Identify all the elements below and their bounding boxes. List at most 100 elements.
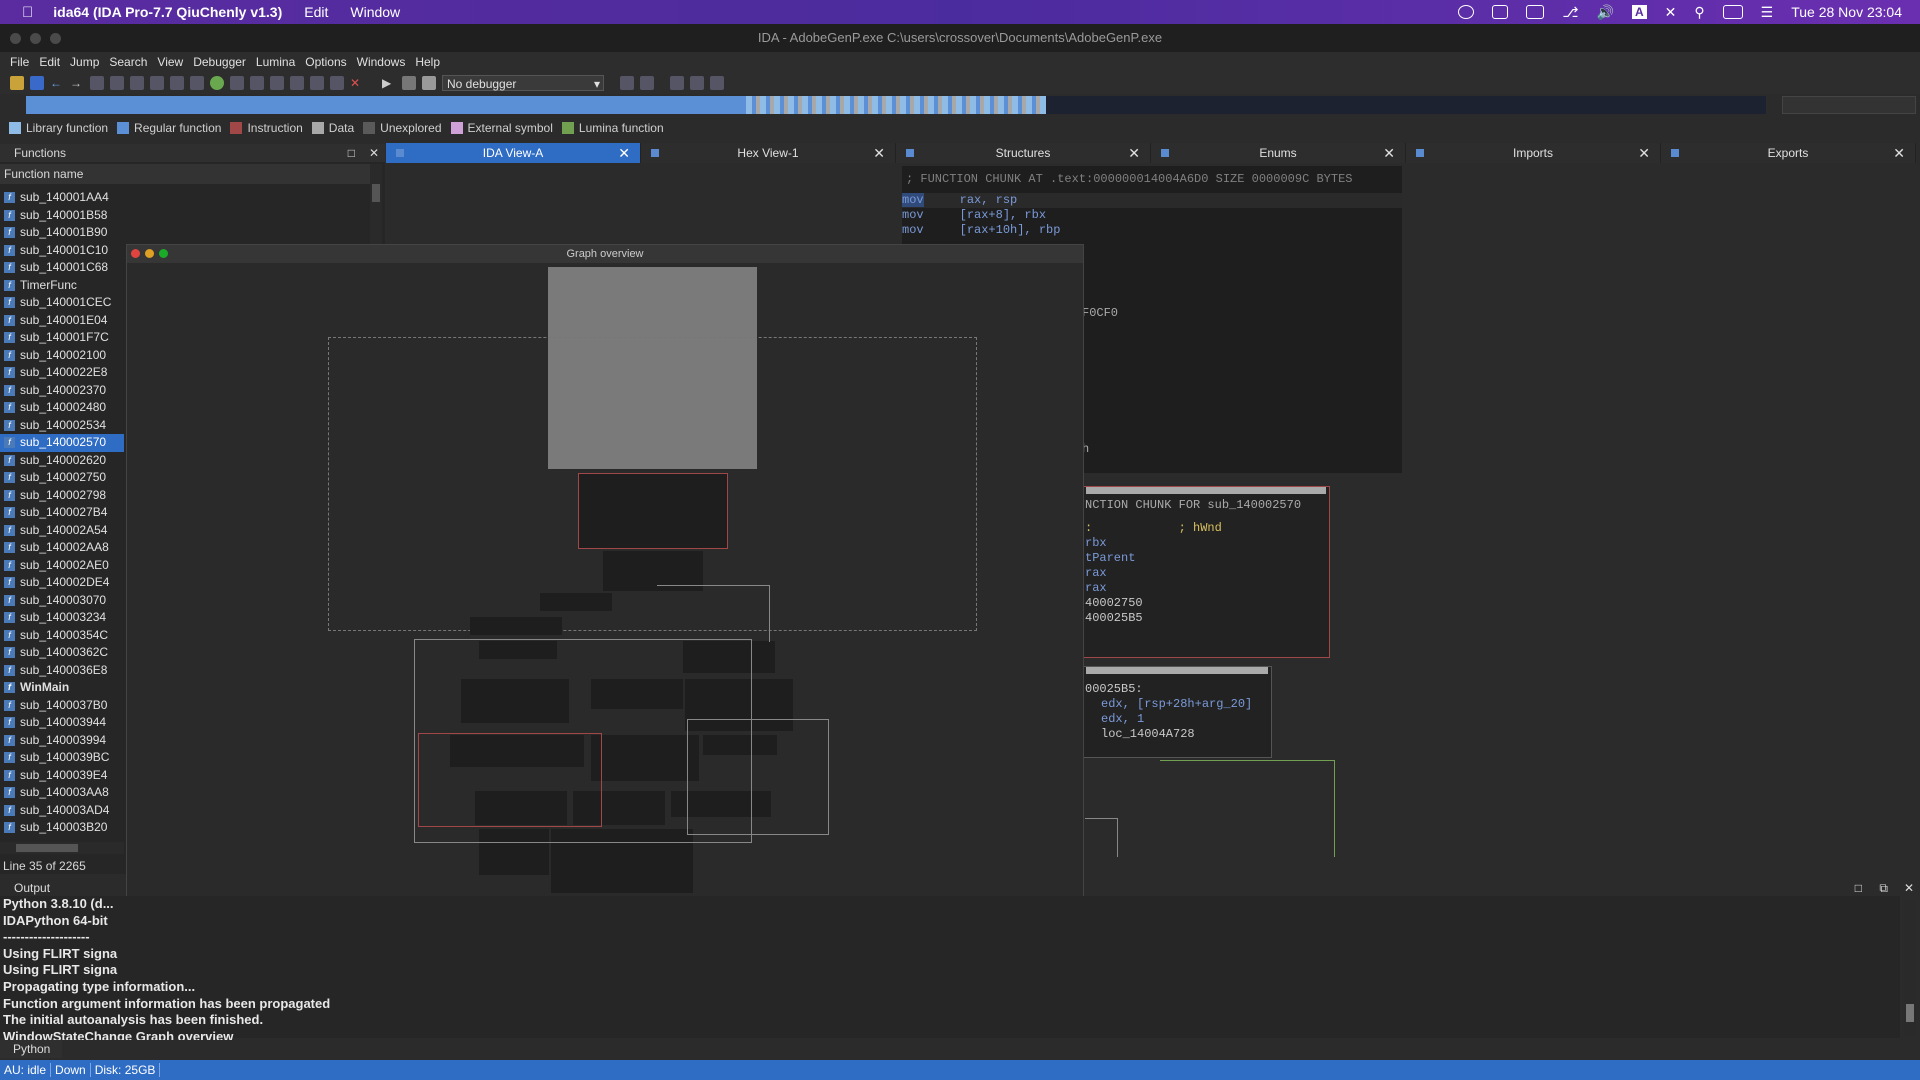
function-list-item[interactable]: f sub_140003234	[0, 609, 124, 627]
disasm-line[interactable]: 400025B5	[1083, 611, 1329, 626]
disasm-line[interactable]: rax	[1083, 566, 1329, 581]
float-icon[interactable]: □	[1855, 880, 1862, 896]
close-icon[interactable]: ✕	[369, 144, 379, 162]
close-icon[interactable]: ✕	[1893, 143, 1905, 163]
debugger-select[interactable]: No debugger ▾	[442, 75, 604, 91]
save-icon[interactable]	[30, 76, 44, 90]
close-dot-icon[interactable]	[131, 249, 140, 258]
tab-exports[interactable]: Exports ✕	[1661, 143, 1916, 163]
close-icon[interactable]: ✕	[1383, 143, 1395, 163]
menu-file[interactable]: File	[10, 55, 29, 69]
function-list-item[interactable]: f sub_140001C10	[0, 242, 124, 260]
function-list-item[interactable]: f sub_140003944	[0, 714, 124, 732]
bluetooth-icon[interactable]: ⎇	[1562, 4, 1578, 21]
disasm-block-chunk[interactable]: NCTION CHUNK FOR sub_140002570 : ; hWnd …	[1082, 486, 1330, 658]
clock[interactable]: Tue 28 Nov 23:04	[1791, 4, 1902, 20]
graph-node[interactable]	[540, 593, 612, 611]
pause-icon[interactable]	[402, 76, 416, 90]
disasm-line[interactable]: rbx	[1083, 536, 1329, 551]
function-list-item[interactable]: f sub_140002100	[0, 347, 124, 365]
function-list-item[interactable]: f sub_140003070	[0, 592, 124, 610]
close-icon[interactable]: ✕	[1638, 143, 1650, 163]
function-list-item[interactable]: f TimerFunc	[0, 277, 124, 295]
h-scroll-thumb[interactable]	[16, 844, 78, 852]
function-list-item[interactable]: f sub_140002A54	[0, 522, 124, 540]
tab-hex-view-1[interactable]: Hex View-1 ✕	[641, 143, 896, 163]
output-scrollbar[interactable]	[1904, 900, 1916, 1036]
close-icon[interactable]: ✕	[1128, 143, 1140, 163]
toolbar-icon-p[interactable]	[690, 76, 704, 90]
function-list-item[interactable]: f sub_1400036E8	[0, 662, 124, 680]
input-source-icon[interactable]: A	[1631, 5, 1647, 19]
command-input[interactable]	[62, 1040, 1920, 1058]
forward-arrow-icon[interactable]: →	[70, 76, 84, 90]
function-list-item[interactable]: f sub_140003994	[0, 732, 124, 750]
function-list-item[interactable]: f sub_140001B58	[0, 207, 124, 225]
toolbar-icon-o[interactable]	[670, 76, 684, 90]
minimize-dot-icon[interactable]	[145, 249, 154, 258]
function-list-item[interactable]: f sub_140002DE4	[0, 574, 124, 592]
function-list-item[interactable]: f sub_140002AE0	[0, 557, 124, 575]
toolbar-icon-m[interactable]	[620, 76, 634, 90]
delete-icon[interactable]: ✕	[350, 76, 364, 90]
toolbar-icon-e[interactable]	[170, 76, 184, 90]
function-list-item[interactable]: f sub_140003B20	[0, 819, 124, 837]
function-list-item[interactable]: f sub_140002750	[0, 469, 124, 487]
toolbar-icon-f[interactable]	[190, 76, 204, 90]
function-list-item[interactable]: f sub_14000354C	[0, 627, 124, 645]
status-icon-2[interactable]	[1492, 5, 1509, 19]
disasm-line[interactable]: edx, [rsp+28h+arg_20]	[1083, 697, 1271, 712]
function-list-item[interactable]: f sub_140002AA8	[0, 539, 124, 557]
disasm-line[interactable]: edx, 1	[1083, 712, 1271, 727]
navigation-band[interactable]	[26, 96, 1766, 114]
function-name-column-header[interactable]: Function name	[0, 164, 372, 184]
run-icon[interactable]: ▶	[382, 76, 396, 90]
zoom-window-button[interactable]	[50, 33, 61, 44]
function-list-item[interactable]: f sub_140001C68	[0, 259, 124, 277]
close-icon[interactable]: ✕	[1904, 880, 1914, 896]
battery-icon[interactable]	[1722, 5, 1743, 19]
zoom-dot-icon[interactable]	[159, 249, 168, 258]
close-window-button[interactable]	[10, 33, 21, 44]
menu-help[interactable]: Help	[415, 55, 440, 69]
function-list-item[interactable]: f sub_1400037B0	[0, 697, 124, 715]
function-list-item[interactable]: f sub_1400039E4	[0, 767, 124, 785]
display-icon[interactable]	[1526, 5, 1545, 19]
graph-node[interactable]	[578, 473, 728, 549]
toolbar-icon-l[interactable]	[330, 76, 344, 90]
menu-search[interactable]: Search	[109, 55, 147, 69]
functions-h-scrollbar[interactable]	[0, 842, 124, 854]
toolbar-icon-d[interactable]	[150, 76, 164, 90]
lumina-icon[interactable]	[210, 76, 224, 90]
function-list-item[interactable]: f sub_140001CEC	[0, 294, 124, 312]
function-list-item[interactable]: f sub_140002570	[0, 434, 124, 452]
toolbar-icon-b[interactable]	[110, 76, 124, 90]
toolbar-icon-a[interactable]	[90, 76, 104, 90]
toolbar-icon-n[interactable]	[640, 76, 654, 90]
tab-structures[interactable]: Structures ✕	[896, 143, 1151, 163]
graph-overview-titlebar[interactable]: Graph overview	[127, 245, 1083, 263]
app-name-menu[interactable]: ida64 (IDA Pro-7.7 QiuChenly v1.3)	[53, 4, 282, 20]
disasm-block-loc[interactable]: 00025B5: edx, [rsp+28h+arg_20] edx, 1 lo…	[1082, 666, 1272, 758]
mac-menu-window[interactable]: Window	[350, 4, 400, 20]
menu-lumina[interactable]: Lumina	[256, 55, 295, 69]
wifi-off-icon[interactable]: ✕	[1665, 4, 1677, 21]
graph-node[interactable]	[470, 617, 562, 635]
menu-windows[interactable]: Windows	[357, 55, 406, 69]
disasm-line[interactable]: 00025B5:	[1083, 674, 1271, 697]
disasm-line[interactable]: loc_14004A728	[1083, 727, 1271, 742]
back-arrow-icon[interactable]: ←	[50, 76, 64, 90]
menu-edit[interactable]: Edit	[39, 55, 60, 69]
function-list-item[interactable]: f sub_140001F7C	[0, 329, 124, 347]
scroll-thumb[interactable]	[1906, 1004, 1914, 1022]
toolbar-icon-i[interactable]	[270, 76, 284, 90]
disasm-line[interactable]: 40002750	[1083, 596, 1329, 611]
toolbar-icon-c[interactable]	[130, 76, 144, 90]
menu-jump[interactable]: Jump	[70, 55, 99, 69]
minimize-window-button[interactable]	[30, 33, 41, 44]
nav-band-combo[interactable]	[1782, 96, 1916, 114]
function-list-item[interactable]: f sub_140001AA4	[0, 189, 124, 207]
function-list-item[interactable]: f sub_14000362C	[0, 644, 124, 662]
toolbar-icon-k[interactable]	[310, 76, 324, 90]
disasm-line[interactable]: mov rax, rsp	[902, 193, 1402, 208]
